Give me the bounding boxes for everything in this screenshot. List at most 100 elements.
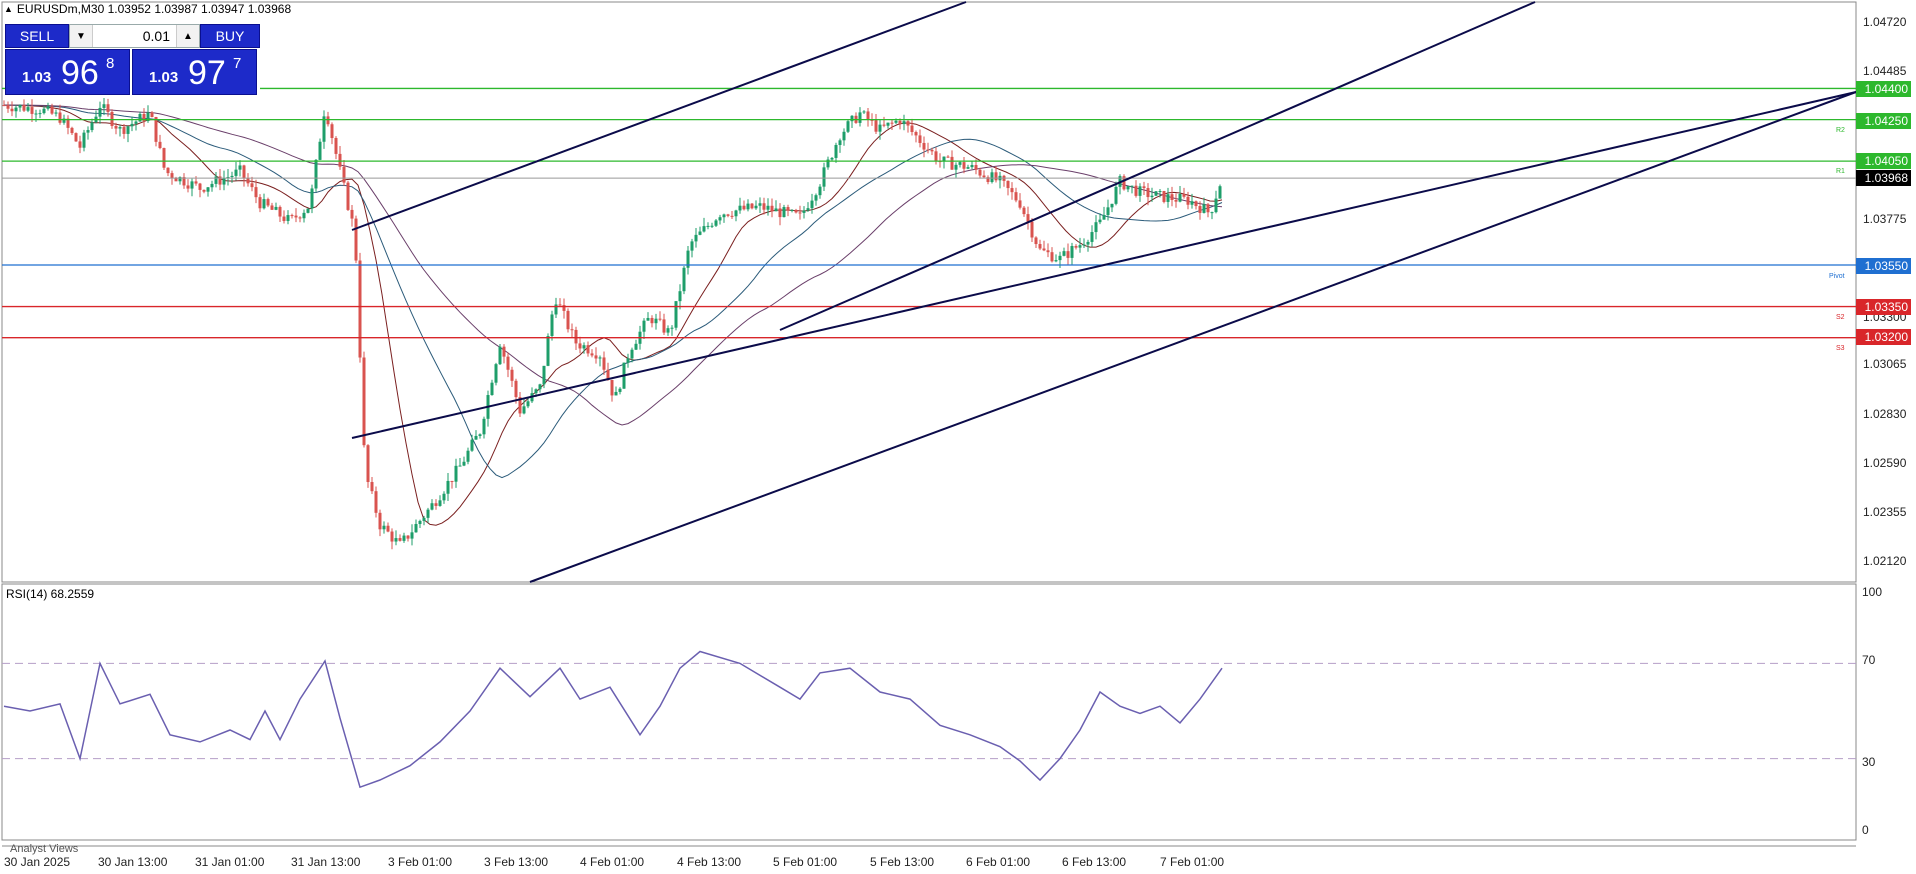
candle-body bbox=[10, 108, 14, 112]
candle-body bbox=[238, 165, 242, 170]
candle-body bbox=[750, 203, 754, 209]
candle-body bbox=[758, 203, 762, 206]
candle-body bbox=[170, 173, 174, 179]
sell-quote-fraction: 8 bbox=[106, 55, 115, 72]
candle-body bbox=[46, 106, 50, 109]
candle-body bbox=[766, 205, 770, 210]
candle-body bbox=[806, 208, 810, 211]
candle-body bbox=[1062, 251, 1066, 256]
candle-body bbox=[726, 214, 730, 216]
price-axis-label: 1.02120 bbox=[1863, 554, 1907, 568]
candle-body bbox=[950, 156, 954, 170]
candle-body bbox=[710, 225, 714, 227]
candle-body bbox=[130, 123, 134, 127]
price-axis-label: 1.03065 bbox=[1863, 357, 1907, 371]
candle-body bbox=[786, 207, 790, 211]
price-axis-label: 1.04720 bbox=[1863, 15, 1907, 29]
candle-body bbox=[298, 217, 302, 219]
channel-unused-line bbox=[1200, 2, 1535, 160]
candle-body bbox=[166, 167, 170, 174]
candle-body bbox=[994, 172, 998, 181]
channel-unused-line bbox=[1000, 2, 1535, 300]
level-tag: 1.03350 bbox=[1856, 299, 1911, 315]
candle-body bbox=[1206, 204, 1210, 213]
price-axis-label: 1.03775 bbox=[1863, 212, 1907, 226]
candle-body bbox=[1194, 201, 1198, 207]
candle-body bbox=[738, 205, 742, 211]
candle-body bbox=[458, 465, 462, 467]
candle-body bbox=[698, 231, 702, 235]
candle-body bbox=[862, 111, 866, 113]
candle-body bbox=[634, 343, 638, 350]
candle-body bbox=[702, 226, 706, 232]
candle-body bbox=[122, 127, 126, 134]
candle-body bbox=[318, 141, 322, 160]
rsi-panel-border bbox=[1, 583, 1857, 841]
candle-body bbox=[1158, 191, 1162, 193]
buy-button[interactable]: BUY bbox=[200, 24, 260, 48]
level-tag: 1.03550 bbox=[1856, 258, 1911, 274]
candle-body bbox=[542, 365, 546, 385]
candle-body bbox=[578, 343, 582, 349]
price-axis-label: 1.02590 bbox=[1863, 456, 1907, 470]
time-axis-label: 6 Feb 01:00 bbox=[966, 855, 1031, 869]
candle-body bbox=[1094, 222, 1098, 233]
candle-body bbox=[310, 188, 314, 209]
candle-body bbox=[662, 319, 666, 333]
candle-body bbox=[498, 346, 502, 365]
candle-body bbox=[774, 208, 778, 212]
candle-body bbox=[934, 151, 938, 162]
candle-body bbox=[202, 189, 206, 192]
candle-body bbox=[242, 165, 246, 179]
candle-body bbox=[1006, 180, 1010, 189]
candle-body bbox=[626, 358, 630, 363]
candle-body bbox=[886, 122, 890, 126]
candle-body bbox=[970, 165, 974, 168]
buy-quote[interactable]: 1.03 97 7 bbox=[132, 49, 257, 95]
candle-body bbox=[614, 391, 618, 396]
candle-body bbox=[1202, 204, 1206, 213]
candle-body bbox=[366, 445, 370, 483]
candle-body bbox=[1210, 212, 1214, 214]
candle-body bbox=[1126, 185, 1130, 190]
candle-body bbox=[50, 106, 54, 114]
price-axis-label: 1.02830 bbox=[1863, 407, 1907, 421]
time-axis-label: 5 Feb 13:00 bbox=[870, 855, 935, 869]
candle-body bbox=[302, 212, 306, 219]
price-chart[interactable] bbox=[0, 0, 1916, 874]
candle-body bbox=[58, 112, 62, 123]
candle-body bbox=[158, 141, 162, 149]
candle-body bbox=[374, 491, 378, 513]
candle-body bbox=[382, 525, 386, 530]
candle-body bbox=[350, 209, 354, 219]
lot-increase-icon[interactable]: ▲ bbox=[176, 25, 199, 47]
candle-body bbox=[722, 214, 726, 218]
candle-body bbox=[246, 178, 250, 184]
level-tag: 1.04050 bbox=[1856, 153, 1911, 169]
rsi-line bbox=[3, 650, 1223, 789]
time-axis-label: 6 Feb 13:00 bbox=[1062, 855, 1127, 869]
collapse-triangle-icon[interactable]: ▲ bbox=[4, 4, 13, 14]
analyst-views-tab[interactable]: Analyst Views bbox=[10, 843, 78, 855]
price-axis-label: 1.04485 bbox=[1863, 64, 1907, 78]
lot-decrease-icon[interactable]: ▼ bbox=[70, 25, 93, 47]
candle-body bbox=[1218, 186, 1222, 199]
time-axis-label: 4 Feb 01:00 bbox=[580, 855, 645, 869]
sell-quote[interactable]: 1.03 96 8 bbox=[5, 49, 130, 95]
lot-stepper[interactable]: ▼ ▲ bbox=[69, 24, 200, 48]
rsi-level-label: 100 bbox=[1862, 585, 1883, 599]
candle-body bbox=[598, 357, 602, 359]
candle-body bbox=[1186, 196, 1190, 205]
candle-body bbox=[474, 435, 478, 440]
candle-body bbox=[462, 461, 466, 466]
candle-body bbox=[1138, 186, 1142, 196]
candle-body bbox=[18, 104, 22, 108]
sell-button[interactable]: SELL bbox=[5, 24, 69, 48]
candle-body bbox=[86, 130, 90, 133]
candle-body bbox=[834, 144, 838, 158]
candle-body bbox=[802, 210, 806, 213]
rsi-level-label: 30 bbox=[1862, 755, 1876, 769]
candle-body bbox=[930, 149, 934, 152]
lot-size-input[interactable] bbox=[93, 25, 176, 47]
candle-body bbox=[398, 538, 402, 541]
